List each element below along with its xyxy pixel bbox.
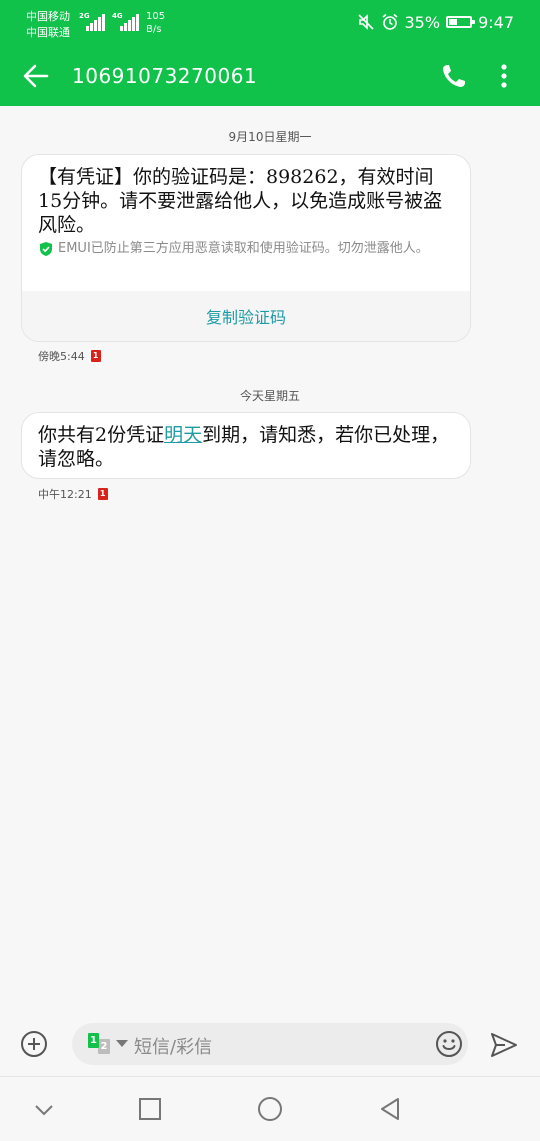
chevron-down-icon[interactable] [30,1095,58,1123]
sim-selector[interactable]: 2 1 [86,1033,128,1055]
battery-icon [446,16,476,28]
back-triangle-icon[interactable] [376,1095,404,1123]
message-input[interactable]: 2 1 短信/彩信 [72,1023,468,1065]
carrier-2: 中国联通 [26,26,70,39]
network-speed: 105 B/s [146,10,165,36]
message-bubble[interactable]: 你共有2份凭证明天到期，请知悉，若你已处理，请忽略。 [21,412,471,479]
security-notice: EMUI已防止第三方应用恶意读取和使用验证码。切勿泄露他人。 [38,239,454,258]
back-arrow-icon[interactable] [20,60,52,92]
contact-number: 10691073270061 [72,64,258,88]
home-circle-icon[interactable] [256,1095,284,1123]
message-composer: 2 1 短信/彩信 [0,1012,540,1076]
conversation-header: 10691073270061 [0,46,540,106]
recents-square-icon[interactable] [136,1095,164,1123]
date-link[interactable]: 明天 [164,424,202,446]
message-meta: 中午12:21 1 [38,486,108,502]
network-speed-value: 105 [146,11,166,22]
message-text: 【有凭证】你的验证码是：898262，有效时间15分钟。请不要泄露给他人，以免造… [38,166,443,236]
status-bar: 中国移动 中国联通 2G 4G 105 B/s 35% 9:47 [0,0,540,46]
battery-level-fill [449,19,457,25]
copy-code-button[interactable]: 复制验证码 [22,291,470,341]
mute-icon [357,14,374,30]
message-time: 中午12:21 [38,488,92,501]
signal-icon [86,11,106,31]
send-icon[interactable] [490,1032,518,1058]
clock: 9:47 [478,12,514,32]
top-bar: 中国移动 中国联通 2G 4G 105 B/s 35% 9:47 1069107… [0,0,540,106]
add-attachment-icon[interactable] [20,1030,48,1058]
message-text: 你共有2份凭证明天到期，请知悉，若你已处理，请忽略。 [22,413,470,478]
security-notice-text: EMUI已防止第三方应用恶意读取和使用验证码。切勿泄露他人。 [58,241,429,256]
message-meta: 傍晚5:44 1 [38,348,101,364]
signal-icon [120,11,140,31]
date-separator: 9月10日星期一 [228,130,312,144]
alarm-icon [381,13,398,30]
message-time: 傍晚5:44 [38,350,85,363]
sim-2-icon: 2 [98,1039,110,1054]
battery-percent: 35% [404,12,441,32]
message-bubble[interactable]: 【有凭证】你的验证码是：898262，有效时间15分钟。请不要泄露给他人，以免造… [21,154,471,342]
phone-call-icon[interactable] [438,60,470,92]
message-text-part: 你共有2份凭证 [38,424,165,446]
status-icons: 35% 9:47 [357,12,514,32]
sim-1-icon: 1 [88,1033,99,1048]
shield-check-icon [40,242,52,256]
more-options-icon[interactable] [490,60,518,92]
chevron-down-icon [116,1040,128,1047]
message-input-placeholder: 短信/彩信 [134,1037,213,1058]
carrier-1: 中国移动 [26,10,70,23]
network-speed-unit: B/s [146,24,162,35]
navigation-bar [0,1076,540,1141]
emoji-icon[interactable] [435,1030,463,1058]
sim-1-icon: 1 [90,350,101,362]
sim-1-icon: 1 [97,488,108,500]
date-separator: 今天星期五 [239,389,300,403]
